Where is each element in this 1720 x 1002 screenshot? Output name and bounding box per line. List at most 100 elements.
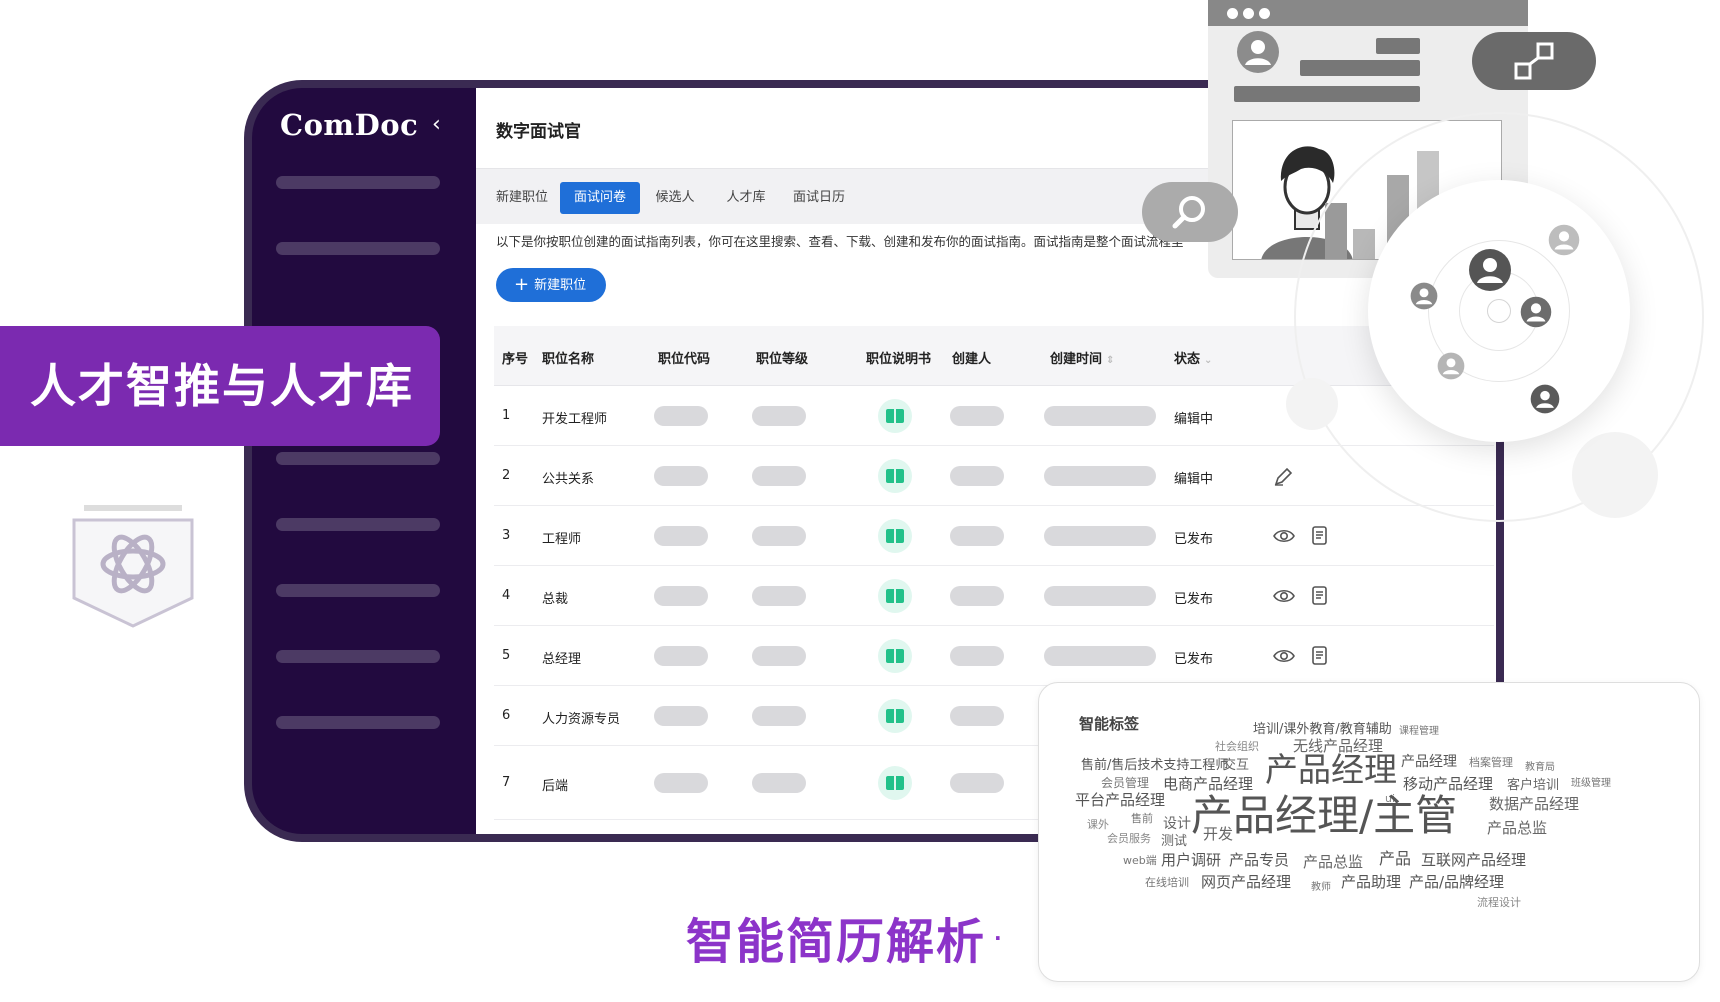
tag-word[interactable]: 设计: [1163, 817, 1191, 831]
tag-word[interactable]: 测试: [1161, 835, 1187, 848]
collapse-sidebar-icon[interactable]: ‹: [432, 114, 441, 136]
tag-word[interactable]: 教育局: [1525, 763, 1555, 773]
job-description-icon[interactable]: [878, 459, 912, 493]
tag-word[interactable]: 培训/课外教育/教育辅助: [1253, 723, 1392, 736]
tab-new-position[interactable]: 新建职位: [486, 182, 558, 214]
tag-word[interactable]: 产品/品牌经理: [1409, 875, 1504, 890]
tag-word[interactable]: 售前: [1131, 813, 1153, 824]
tab-interview-calendar[interactable]: 面试日历: [782, 182, 856, 214]
view-eye-icon[interactable]: [1272, 524, 1296, 548]
tag-word[interactable]: web端: [1123, 855, 1157, 866]
copy-document-icon[interactable]: [1308, 524, 1332, 548]
position-level-placeholder: [752, 466, 806, 486]
sidebar-item-placeholder[interactable]: [276, 242, 440, 255]
tag-word[interactable]: 课外: [1087, 819, 1109, 830]
share-icon: [1514, 42, 1554, 80]
position-code-placeholder: [654, 706, 708, 726]
job-description-icon[interactable]: [878, 639, 912, 673]
tag-word[interactable]: 用户调研: [1161, 853, 1221, 868]
row-no: 7: [502, 775, 511, 790]
row-position-name[interactable]: 工程师: [542, 528, 581, 547]
edit-pencil-icon[interactable]: [1272, 464, 1296, 488]
position-code-placeholder: [654, 526, 708, 546]
tab-candidates[interactable]: 候选人: [644, 182, 706, 214]
job-description-icon[interactable]: [878, 579, 912, 613]
table-row[interactable]: 5 总经理 已发布: [494, 626, 1494, 686]
header-creator: 创建人: [952, 352, 992, 367]
tag-word[interactable]: 客户培训: [1507, 779, 1559, 792]
row-position-name[interactable]: 总裁: [542, 588, 568, 607]
creator-placeholder: [950, 586, 1004, 606]
tag-word[interactable]: 平台产品经理: [1075, 793, 1165, 808]
tag-word[interactable]: 互联网产品经理: [1421, 853, 1526, 868]
job-description-icon[interactable]: [878, 399, 912, 433]
tag-word[interactable]: 电商产品经理: [1163, 777, 1253, 792]
row-no: 2: [502, 468, 511, 483]
tab-interview-questionnaire[interactable]: 面试问卷: [560, 182, 640, 214]
search-button[interactable]: [1142, 182, 1238, 242]
window-dot: [1227, 8, 1238, 19]
tag-word[interactable]: 交互: [1223, 759, 1249, 772]
header-created-time[interactable]: 创建时间 ⇕: [1050, 348, 1114, 367]
row-position-name[interactable]: 开发工程师: [542, 408, 607, 427]
new-position-label: 新建职位: [534, 278, 587, 293]
share-button[interactable]: [1472, 32, 1596, 90]
sidebar-item-placeholder[interactable]: [276, 452, 440, 465]
tag-word[interactable]: 社会组织: [1215, 741, 1259, 752]
tag-word[interactable]: 在线培训: [1145, 877, 1189, 888]
tag-word[interactable]: 教师: [1311, 883, 1331, 893]
sidebar-item-placeholder[interactable]: [276, 716, 440, 729]
tag-word[interactable]: 产品经理: [1265, 753, 1397, 786]
tag-word[interactable]: 流程设计: [1477, 897, 1521, 908]
header-level: 职位等级: [756, 352, 809, 367]
tag-word[interactable]: 档案管理: [1469, 757, 1513, 768]
row-position-name[interactable]: 人力资源专员: [542, 708, 620, 727]
copy-document-icon[interactable]: [1308, 644, 1332, 668]
row-no: 5: [502, 648, 511, 663]
tag-word[interactable]: 网页产品经理: [1201, 875, 1291, 890]
filter-icon[interactable]: ⌄: [1204, 355, 1212, 366]
creator-placeholder: [950, 773, 1004, 793]
table-row[interactable]: 2 公共关系 编辑中: [494, 446, 1494, 506]
tag-word[interactable]: 班级管理: [1571, 779, 1611, 789]
tag-word[interactable]: 产品总监: [1303, 855, 1363, 870]
copy-document-icon[interactable]: [1308, 584, 1332, 608]
job-description-icon[interactable]: [878, 766, 912, 800]
tag-word[interactable]: 数据产品经理: [1489, 797, 1579, 812]
new-position-button[interactable]: + 新建职位: [496, 268, 606, 302]
sort-icon[interactable]: ⇕: [1106, 355, 1114, 366]
tag-word[interactable]: 移动产品经理: [1403, 777, 1493, 792]
tag-word[interactable]: 产品专员: [1229, 853, 1289, 868]
row-status: 已发布: [1174, 592, 1214, 607]
tag-word[interactable]: 产品经理: [1401, 755, 1457, 769]
header-status[interactable]: 状态 ⌄: [1174, 348, 1212, 367]
table-row[interactable]: 3 工程师 已发布: [494, 506, 1494, 566]
table-row[interactable]: 4 总裁 已发布: [494, 566, 1494, 626]
sidebar-item-placeholder[interactable]: [276, 518, 440, 531]
job-description-icon[interactable]: [878, 519, 912, 553]
tag-word[interactable]: 会员服务: [1107, 833, 1151, 844]
tag-word[interactable]: 产品助理: [1341, 875, 1401, 890]
row-no: 3: [502, 528, 511, 543]
position-level-placeholder: [752, 526, 806, 546]
window-dot: [1259, 8, 1270, 19]
position-code-placeholder: [654, 586, 708, 606]
sidebar-item-placeholder[interactable]: [276, 584, 440, 597]
tag-word[interactable]: 会员管理: [1101, 777, 1149, 789]
atom-badge-icon: [72, 505, 194, 628]
row-position-name[interactable]: 公共关系: [542, 468, 594, 487]
view-eye-icon[interactable]: [1272, 584, 1296, 608]
row-position-name[interactable]: 后端: [542, 775, 568, 794]
sidebar-item-placeholder[interactable]: [276, 176, 440, 189]
tab-talent-pool[interactable]: 人才库: [712, 182, 780, 214]
sidebar-item-placeholder[interactable]: [276, 650, 440, 663]
tag-word[interactable]: 产品: [1379, 851, 1411, 867]
tag-word[interactable]: 开发: [1203, 827, 1233, 842]
created-time-placeholder: [1044, 526, 1156, 546]
job-description-icon[interactable]: [878, 699, 912, 733]
tag-word[interactable]: 课程管理: [1399, 727, 1439, 737]
tag-word[interactable]: 售前/售后技术支持工程师: [1081, 759, 1228, 772]
view-eye-icon[interactable]: [1272, 644, 1296, 668]
row-position-name[interactable]: 总经理: [542, 648, 581, 667]
tag-word[interactable]: 产品总监: [1487, 821, 1547, 836]
